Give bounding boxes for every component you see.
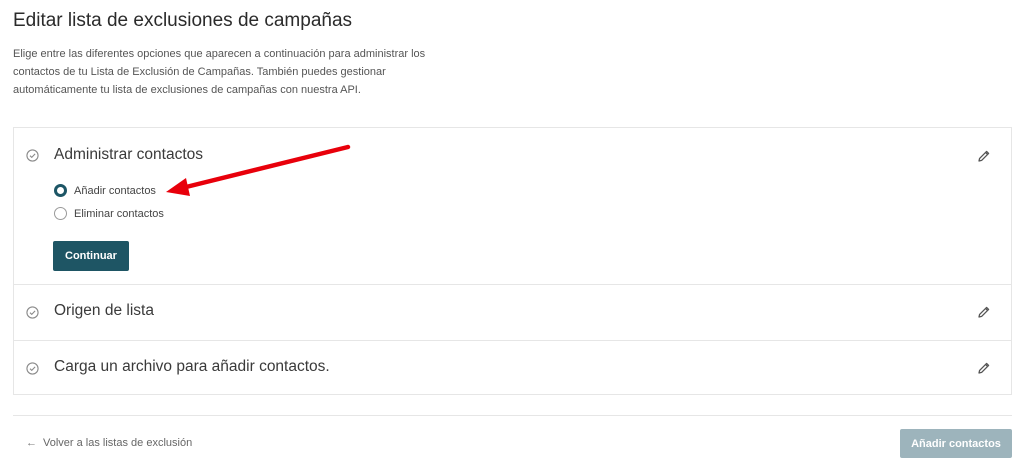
step-upload-file: Carga un archivo para añadir contactos. bbox=[14, 340, 1011, 396]
radio-button-checked[interactable] bbox=[54, 184, 67, 197]
continue-button[interactable]: Continuar bbox=[53, 241, 129, 271]
arrow-left-icon: ← bbox=[26, 437, 37, 449]
back-link-label: Volver a las listas de exclusión bbox=[43, 437, 193, 449]
steps-panel: Administrar contactos Añadir contactos E… bbox=[13, 127, 1012, 395]
step-title: Origen de lista bbox=[54, 302, 154, 319]
page-description: Elige entre las diferentes opciones que … bbox=[13, 48, 426, 96]
radio-add-contacts[interactable]: Añadir contactos bbox=[54, 184, 156, 197]
step-manage-contacts: Administrar contactos Añadir contactos E… bbox=[14, 128, 1011, 284]
back-to-exclusion-lists-link[interactable]: ← Volver a las listas de exclusión bbox=[26, 437, 192, 449]
radio-label: Eliminar contactos bbox=[74, 207, 164, 220]
footer-divider bbox=[13, 415, 1012, 416]
radio-button[interactable] bbox=[54, 207, 67, 220]
check-circle-icon bbox=[26, 362, 39, 375]
radio-remove-contacts[interactable]: Eliminar contactos bbox=[54, 207, 164, 220]
pencil-icon[interactable] bbox=[977, 361, 991, 375]
radio-label: Añadir contactos bbox=[74, 184, 156, 197]
step-title: Carga un archivo para añadir contactos. bbox=[54, 358, 330, 375]
step-list-origin: Origen de lista bbox=[14, 284, 1011, 341]
pencil-icon[interactable] bbox=[977, 149, 991, 163]
check-circle-icon bbox=[26, 306, 39, 319]
page-title: Editar lista de exclusiones de campañas bbox=[13, 10, 353, 31]
pencil-icon[interactable] bbox=[977, 305, 991, 319]
check-circle-icon bbox=[26, 149, 39, 162]
step-title: Administrar contactos bbox=[54, 146, 204, 163]
add-contacts-button[interactable]: Añadir contactos bbox=[900, 429, 1012, 458]
